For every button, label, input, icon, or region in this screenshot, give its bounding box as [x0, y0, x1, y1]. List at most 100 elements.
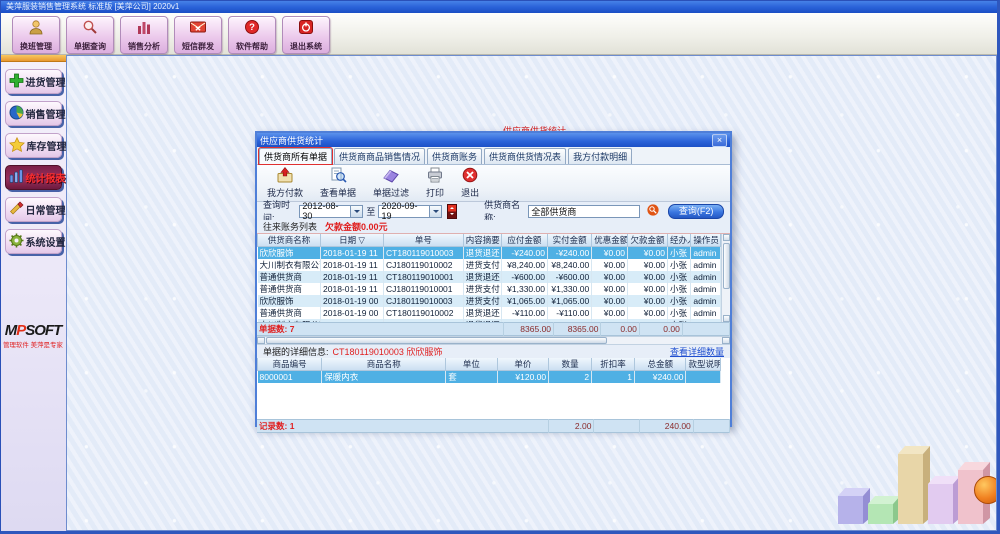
printer-icon [426, 167, 444, 185]
tab-supply-report[interactable]: 供货商供货情况表 [484, 148, 566, 164]
shift-manage-button[interactable]: 换班管理 [12, 16, 60, 54]
our-payment-button[interactable]: 我方付款 [267, 167, 303, 199]
query-bar: 查询时间: 2012-08-30 至 2020-09-19 供货商名称: 全部供… [257, 202, 730, 220]
column-header[interactable]: 优惠金额 [592, 234, 628, 247]
items-table-area: 商品编号商品名称单位单价数量折扣率总金额款型说明 8000001保暖内衣套¥12… [257, 358, 730, 419]
column-header[interactable]: 应付金额 [501, 234, 547, 247]
help-button[interactable]: ? 软件帮助 [228, 16, 276, 54]
horizontal-scrollbar[interactable] [257, 336, 730, 345]
chevron-down-icon[interactable] [351, 205, 363, 218]
tab-product-sales[interactable]: 供货商商品销售情况 [334, 148, 425, 164]
print-button[interactable]: 打印 [426, 167, 444, 199]
supplier-search-icon[interactable] [647, 204, 659, 218]
star-icon [9, 137, 25, 155]
column-header[interactable]: 经办人 [668, 234, 691, 247]
main-toolbar: 换班管理 单据查询 销售分析 短信群发 ? 软件帮助 退出系统 [0, 13, 1000, 55]
chevron-down-icon[interactable] [430, 205, 442, 218]
debt-amount-text: 欠款金额0.00元 [325, 220, 388, 233]
view-detail-qty-link[interactable]: 查看详细数量 [670, 345, 724, 358]
sidebar: 进货管理 销售管理 库存管理 统计报表 日常管理 系统设置 MPSOFT 管理软… [0, 55, 66, 531]
tab-payment-detail[interactable]: 我方付款明细 [568, 148, 632, 164]
help-icon: ? [243, 19, 261, 40]
scroll-up-icon[interactable] [723, 234, 730, 241]
table-row[interactable]: 大川制衣有限公司2018-01-19 11CJ180119010002进货支付¥… [258, 259, 721, 271]
to-label: 至 [366, 205, 375, 218]
table-row[interactable]: 普通供货商2018-01-19 00CT180119010002退货退还-¥11… [258, 307, 721, 319]
table-row[interactable]: 普通供货商2018-01-19 11CT180119010001退货退还-¥60… [258, 271, 721, 283]
table-row[interactable]: 欣欣服饰2018-01-19 00CJ180119010003进货支付¥1,06… [258, 295, 721, 307]
exit-system-button[interactable]: 退出系统 [282, 16, 330, 54]
column-header[interactable]: 单位 [446, 358, 497, 371]
sidebar-item-settings[interactable]: 系统设置 [5, 229, 62, 254]
close-icon[interactable]: × [712, 134, 727, 147]
record-count: 记录数: 1 [257, 420, 549, 433]
view-bill-button[interactable]: 查看单据 [320, 167, 356, 199]
gear-icon [9, 233, 24, 251]
column-header[interactable]: 实付金额 [547, 234, 591, 247]
date-spinner[interactable] [447, 204, 457, 219]
window-title: 美萍服装销售管理系统 标准版 [美萍公司] 2020v1 [6, 2, 179, 11]
sidebar-item-daily[interactable]: 日常管理 [5, 197, 62, 222]
account-section-header: 往来账务列表 欠款金额0.00元 [257, 220, 730, 234]
dialog-tabs: 供货商所有单据 供货商商品销售情况 供货商账务 供货商供货情况表 我方付款明细 [257, 147, 730, 165]
bill-count: 单据数: 7 [257, 323, 504, 336]
supplier-name-input[interactable]: 全部供货商 [528, 205, 640, 218]
decorative-orange-ball [974, 476, 997, 504]
doc-query-button[interactable]: 单据查询 [66, 16, 114, 54]
items-header-row: 商品编号商品名称单位单价数量折扣率总金额款型说明 [258, 358, 721, 371]
sidebar-accent-strip [0, 55, 66, 62]
column-header[interactable]: 供货商名称 [258, 234, 321, 247]
column-header[interactable]: 折扣率 [592, 358, 635, 371]
scroll-right-icon[interactable] [722, 337, 730, 344]
column-header[interactable]: 单号 [384, 234, 464, 247]
column-header[interactable]: 总金额 [635, 358, 686, 371]
column-header[interactable]: 款型说明 [686, 358, 721, 371]
table-row[interactable]: 普通供货商2018-01-19 11CJ180119010001进货支付¥1,3… [258, 283, 721, 295]
scrollbar-thumb[interactable] [266, 337, 607, 344]
table-row[interactable]: 欣欣服饰2018-01-19 11CT180119010003退货退还-¥240… [258, 247, 721, 260]
date-to-picker[interactable]: 2020-09-19 [378, 205, 442, 218]
power-icon [297, 19, 315, 40]
column-header[interactable]: 数量 [549, 358, 592, 371]
account-list-title: 往来账务列表 [263, 220, 317, 233]
dialog-exit-button[interactable]: 退出 [461, 167, 479, 199]
filter-icon [382, 167, 400, 185]
column-header[interactable]: 商品名称 [322, 358, 446, 371]
brush-icon [9, 201, 24, 219]
sales-analysis-button[interactable]: 销售分析 [120, 16, 168, 54]
total-discount: 0.00 [601, 323, 639, 336]
sms-broadcast-button[interactable]: 短信群发 [174, 16, 222, 54]
tab-supplier-accounts[interactable]: 供货商账务 [427, 148, 482, 164]
dialog-toolbar: 我方付款 查看单据 单据过滤 打印 退出 [257, 165, 730, 202]
bills-table-area: 供货商名称日期 ▽单号内容摘要应付金额实付金额优惠金额欠款金额经办人操作员 欣欣… [257, 234, 730, 322]
view-doc-icon [329, 167, 347, 185]
scrollbar-thumb[interactable] [723, 243, 730, 289]
table-row[interactable]: 大川制衣有限公司2018-01-19 00CT180119010004退货退还-… [258, 319, 721, 322]
sidebar-item-sales[interactable]: 销售管理 [5, 101, 62, 126]
column-header[interactable]: 内容摘要 [463, 234, 501, 247]
bills-table: 供货商名称日期 ▽单号内容摘要应付金额实付金额优惠金额欠款金额经办人操作员 欣欣… [257, 234, 721, 322]
scroll-left-icon[interactable] [257, 337, 265, 344]
sidebar-item-purchase[interactable]: 进货管理 [5, 69, 62, 94]
total-payable: 8365.00 [504, 323, 554, 336]
column-header[interactable]: 日期 ▽ [321, 234, 384, 247]
tab-all-bills[interactable]: 供货商所有单据 [259, 148, 332, 164]
date-from-picker[interactable]: 2012-08-30 [299, 205, 363, 218]
bills-header-row: 供货商名称日期 ▽单号内容摘要应付金额实付金额优惠金额欠款金额经办人操作员 [258, 234, 721, 247]
sidebar-item-inventory[interactable]: 库存管理 [5, 133, 62, 158]
scroll-down-icon[interactable] [723, 315, 730, 322]
query-f2-button[interactable]: 查询(F2) [668, 204, 724, 219]
workspace: 供应商供货统计 供应商供货统计 × 供货商所有单据 供货商商 [66, 55, 997, 531]
sidebar-item-reports[interactable]: 统计报表 [5, 165, 62, 190]
dialog-title: 供应商供货统计 [260, 134, 323, 147]
brand-tagline: 管理软件 美萍是专家 [3, 340, 64, 349]
vertical-scrollbar[interactable] [721, 234, 730, 322]
column-header[interactable]: 单价 [497, 358, 548, 371]
brand-logo: MPSOFT 管理软件 美萍是专家 [0, 323, 66, 350]
column-header[interactable]: 欠款金额 [628, 234, 668, 247]
column-header[interactable]: 商品编号 [258, 358, 322, 371]
column-header[interactable]: 操作员 [691, 234, 721, 247]
table-row[interactable]: 8000001保暖内衣套¥120.0021¥240.00 [258, 371, 721, 384]
envelope-icon [189, 19, 207, 40]
bill-filter-button[interactable]: 单据过滤 [373, 167, 409, 199]
